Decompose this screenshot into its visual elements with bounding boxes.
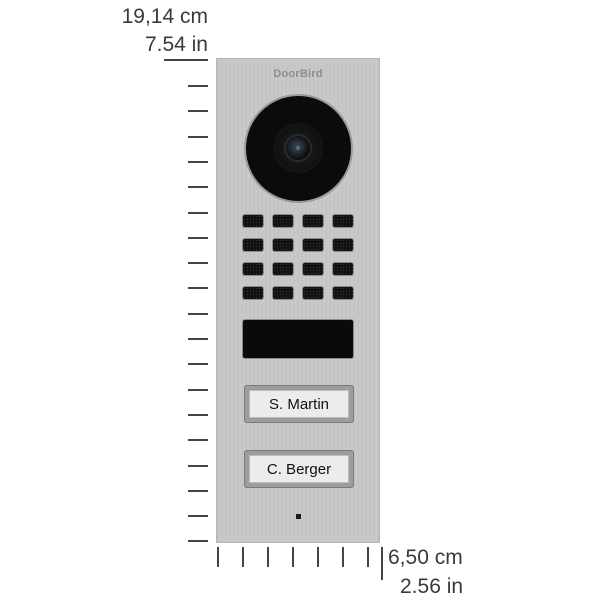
nameplate-label: S. Martin	[249, 390, 349, 418]
height-cm-label: 19,14 cm	[121, 5, 208, 28]
speaker-slot	[243, 239, 263, 251]
ruler-tick	[188, 312, 208, 315]
ruler-tick	[188, 211, 208, 214]
ruler-tick	[267, 547, 269, 567]
ruler-tick	[188, 363, 208, 366]
ruler-tick	[188, 515, 208, 518]
ruler-tick	[188, 85, 208, 87]
speaker-slot	[273, 263, 293, 275]
camera-icon	[246, 96, 351, 201]
speaker-slot	[303, 239, 323, 251]
ruler-tick	[367, 547, 369, 567]
status-led-icon	[296, 514, 301, 519]
ruler-tick	[188, 135, 208, 138]
ruler-tick	[317, 547, 319, 567]
ruler-tick	[188, 186, 208, 189]
ruler-tick	[188, 489, 208, 492]
speaker-slot	[243, 287, 263, 299]
doorbell-button-1[interactable]: S. Martin	[244, 385, 354, 423]
ruler-tick	[188, 262, 208, 265]
ruler-tick	[188, 464, 208, 467]
speaker-slot	[273, 239, 293, 251]
ruler-tick	[188, 287, 208, 290]
nameplate-label: C. Berger	[249, 455, 349, 483]
width-ruler-end-line	[381, 547, 383, 580]
ruler-tick	[188, 439, 208, 442]
ruler-tick	[188, 160, 208, 163]
ruler-tick	[188, 388, 208, 391]
speaker-slot	[243, 215, 263, 227]
ruler-tick	[292, 547, 294, 567]
speaker-slot	[243, 263, 263, 275]
speaker-slot	[303, 215, 323, 227]
ruler-tick	[188, 110, 208, 113]
ruler-tick	[242, 547, 244, 567]
speaker-slot	[333, 215, 353, 227]
rfid-display-panel	[243, 320, 353, 358]
speaker-slot	[333, 263, 353, 275]
width-cm-label: 6,50 cm	[388, 546, 463, 569]
speaker-grille	[243, 215, 355, 299]
door-station-plate: DoorBird S. Martin C. Berger	[216, 58, 380, 543]
speaker-slot	[303, 287, 323, 299]
height-in-label: 7.54 in	[144, 33, 208, 56]
speaker-slot	[333, 287, 353, 299]
speaker-slot	[273, 215, 293, 227]
ruler-tick	[188, 338, 208, 340]
ruler-tick	[188, 236, 208, 239]
ruler-tick	[188, 413, 208, 416]
width-in-label: 2.56 in	[400, 575, 464, 598]
speaker-slot	[303, 263, 323, 275]
lens-reflection	[296, 146, 300, 150]
ruler-tick	[342, 547, 344, 567]
camera-lens-ring	[273, 123, 323, 173]
ruler-tick	[188, 540, 208, 543]
brand-logo: DoorBird	[273, 68, 323, 80]
speaker-slot	[273, 287, 293, 299]
camera-lens	[286, 136, 310, 160]
speaker-slot	[333, 239, 353, 251]
ruler-tick	[217, 547, 219, 567]
height-ruler-top-line	[164, 59, 208, 61]
doorbell-button-2[interactable]: C. Berger	[244, 450, 354, 488]
